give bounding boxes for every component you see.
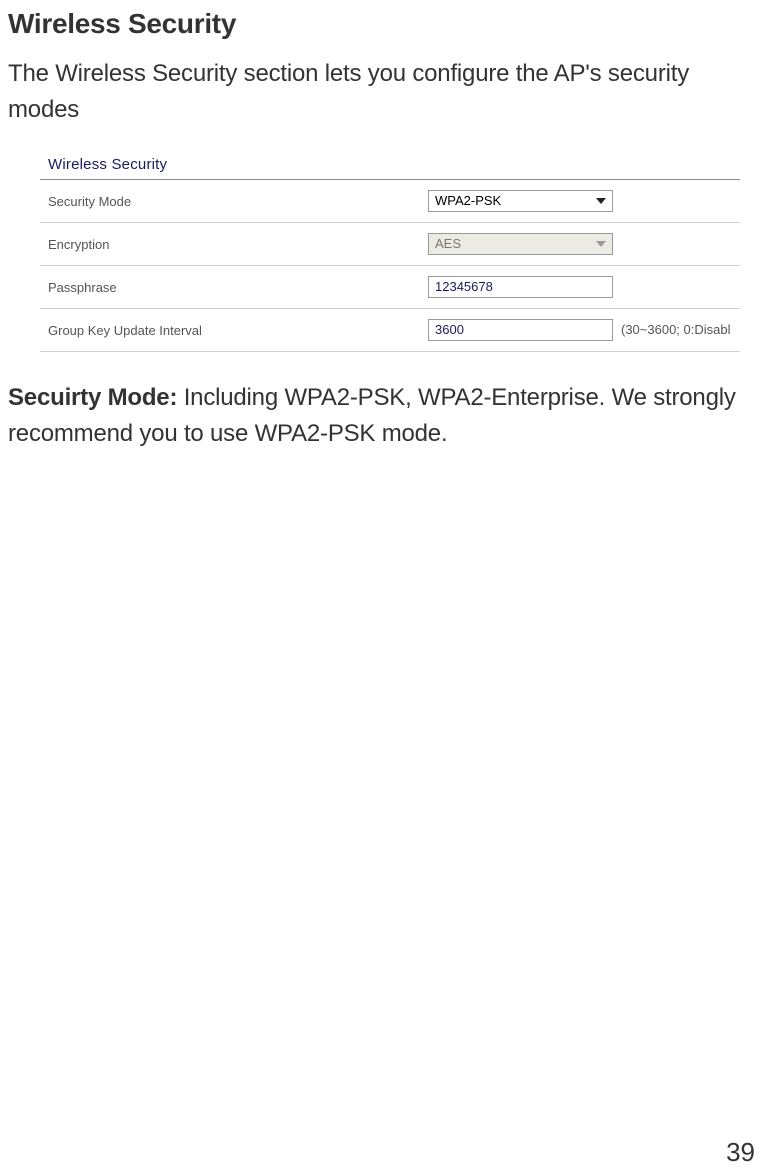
row-security-mode: Security Mode WPA2-PSK [40, 180, 740, 223]
page-number: 39 [726, 1137, 755, 1168]
settings-table: Security Mode WPA2-PSK Encryption AES Pa… [40, 180, 740, 352]
row-group-key: Group Key Update Interval 3600 (30~3600; … [40, 309, 740, 352]
input-group-key[interactable]: 3600 [428, 319, 613, 341]
settings-screenshot: Wireless Security Security Mode WPA2-PSK… [40, 152, 740, 352]
input-passphrase[interactable]: 12345678 [428, 276, 613, 298]
row-encryption: Encryption AES [40, 223, 740, 266]
row-passphrase: Passphrase 12345678 [40, 266, 740, 309]
settings-section-header: Wireless Security [40, 152, 740, 180]
label-group-key: Group Key Update Interval [40, 309, 420, 352]
chevron-down-icon [596, 198, 606, 204]
select-encryption-value: AES [435, 236, 461, 251]
select-security-mode-value: WPA2-PSK [435, 193, 501, 208]
intro-text: The Wireless Security section lets you c… [8, 56, 763, 128]
select-security-mode[interactable]: WPA2-PSK [428, 190, 613, 212]
page-title: Wireless Security [8, 8, 763, 40]
label-encryption: Encryption [40, 223, 420, 266]
hint-group-key: (30~3600; 0:Disabl [621, 322, 731, 337]
chevron-down-icon [596, 241, 606, 247]
label-passphrase: Passphrase [40, 266, 420, 309]
security-mode-label-bold: Secuirty Mode: [8, 384, 184, 411]
label-security-mode: Security Mode [40, 180, 420, 223]
select-encryption: AES [428, 233, 613, 255]
security-mode-description: Secuirty Mode: Including WPA2-PSK, WPA2-… [8, 380, 763, 452]
